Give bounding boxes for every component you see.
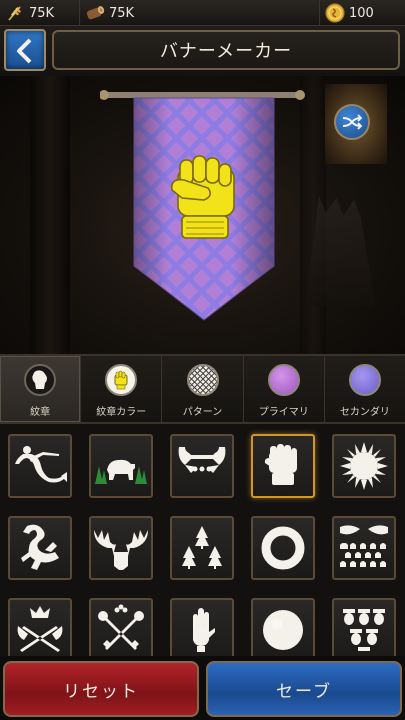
crossed-keys-sigil[interactable] [89, 598, 153, 656]
wood-resource[interactable]: 75K [80, 0, 320, 26]
title-plate: バナーメーカー [52, 30, 400, 70]
three-trees-sigil[interactable] [170, 516, 234, 580]
sigil-icon [24, 364, 57, 396]
tab-sigil-color[interactable]: 紋章カラー [81, 356, 163, 422]
tab-label: 紋章カラー [96, 407, 147, 418]
ring-sigil[interactable] [251, 516, 315, 580]
tab-label: プライマリ [258, 407, 309, 418]
tab-secondary[interactable]: セカンダリ [325, 356, 405, 422]
crown-axes-sigil[interactable] [8, 598, 72, 656]
waves-sigil[interactable] [332, 516, 396, 580]
background-pillar [30, 76, 70, 354]
gold-value: 100 [349, 5, 374, 21]
wheat-resource[interactable]: 75K [0, 0, 80, 26]
tab-sigil[interactable]: 紋章 [0, 356, 82, 422]
wheat-value: 75K [29, 5, 55, 21]
hand-sigil[interactable] [170, 598, 234, 656]
wood-log-icon [84, 3, 106, 23]
gold-coin-icon [324, 3, 346, 23]
acorns-sigil[interactable] [332, 598, 396, 656]
pattern-swatch [186, 364, 219, 396]
banner [99, 84, 310, 334]
bottom-actions: リセット セーブ [0, 656, 405, 720]
shuffle-icon [342, 114, 363, 130]
banner-preview [0, 76, 405, 354]
back-button[interactable] [4, 29, 46, 71]
category-tabs: 紋章 紋章カラー パターン プライマリ セカンダリ [0, 354, 405, 424]
gold-resource[interactable]: 100 [320, 0, 405, 26]
fist-sigil[interactable] [251, 434, 315, 498]
tab-pattern[interactable]: パターン [162, 356, 244, 422]
wood-value: 75K [109, 5, 135, 21]
sigil-grid [0, 424, 405, 656]
back-arrow-icon [17, 38, 32, 64]
resource-bar: 75K 75K 100 [0, 0, 405, 26]
page-title: バナーメーカー [159, 41, 293, 62]
moose-sigil[interactable] [89, 516, 153, 580]
tab-label: パターン [182, 407, 223, 418]
tab-label: 紋章 [30, 407, 51, 418]
lizard-sigil[interactable] [8, 516, 72, 580]
banner-pole [102, 92, 302, 98]
header: バナーメーカー [0, 26, 405, 76]
save-button[interactable]: セーブ [206, 661, 402, 717]
shuffle-button[interactable] [334, 104, 370, 140]
primary-color-swatch [267, 364, 300, 396]
secondary-color-swatch [348, 364, 381, 396]
wheat-icon [4, 3, 26, 23]
bear-sigil[interactable] [89, 434, 153, 498]
sigil-color-swatch [105, 364, 138, 396]
reset-button[interactable]: リセット [3, 661, 199, 717]
tab-label: セカンダリ [339, 407, 390, 418]
merman-sigil[interactable] [8, 434, 72, 498]
tab-primary[interactable]: プライマリ [244, 356, 325, 422]
sun-sigil[interactable] [332, 434, 396, 498]
double-axes-sigil[interactable] [170, 434, 234, 498]
moon-sigil[interactable] [251, 598, 315, 656]
